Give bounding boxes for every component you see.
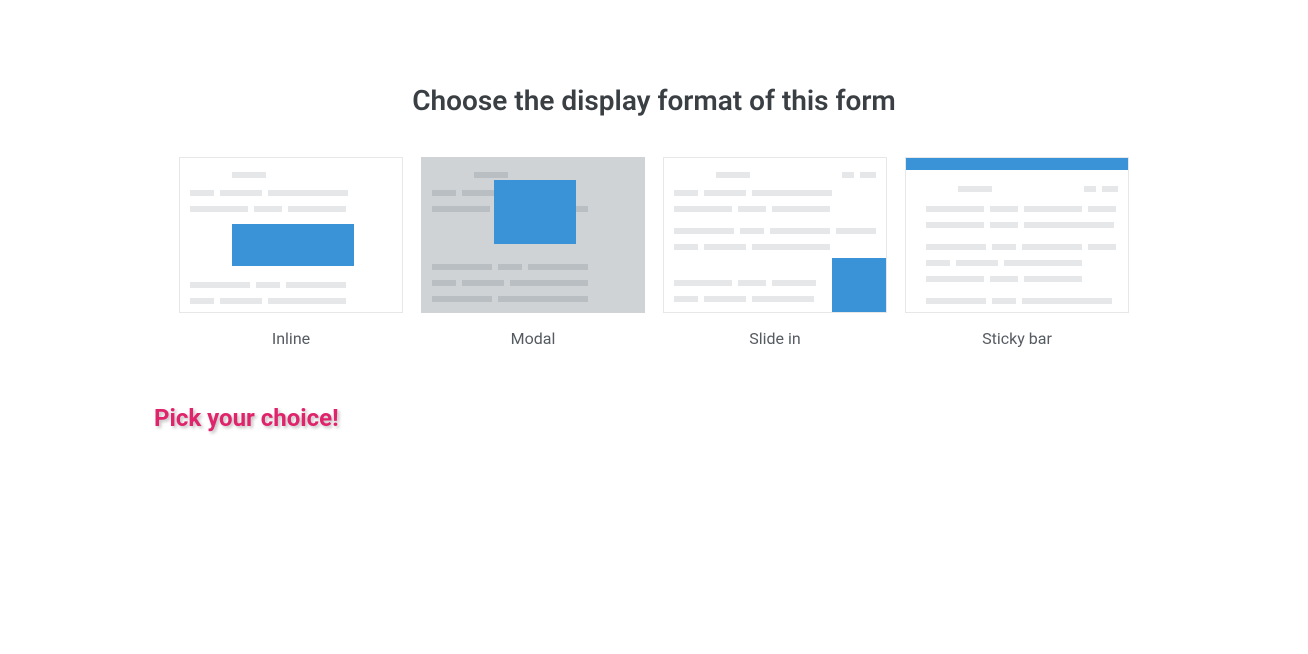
option-inline-label: Inline (179, 329, 403, 348)
sticky-bar-form-icon (906, 158, 1128, 170)
page-heading: Choose the display format of this form (0, 84, 1308, 117)
annotation-callout: Pick your choice! (154, 404, 339, 432)
modal-form-icon (494, 180, 576, 244)
option-slide-in[interactable]: Slide in (663, 157, 887, 348)
inline-form-icon (232, 224, 354, 266)
option-inline[interactable]: Inline (179, 157, 403, 348)
form-display-chooser: Choose the display format of this form I… (0, 0, 1308, 348)
option-modal-label: Modal (421, 329, 645, 348)
slide-in-form-icon (832, 258, 887, 313)
option-modal[interactable]: Modal (421, 157, 645, 348)
option-sticky-bar[interactable]: Sticky bar (905, 157, 1129, 348)
format-options: Inline Modal (0, 157, 1308, 348)
option-inline-preview (179, 157, 403, 313)
option-slide-in-preview (663, 157, 887, 313)
option-sticky-bar-label: Sticky bar (905, 329, 1129, 348)
option-sticky-bar-preview (905, 157, 1129, 313)
option-slide-in-label: Slide in (663, 329, 887, 348)
option-modal-preview (421, 157, 645, 313)
